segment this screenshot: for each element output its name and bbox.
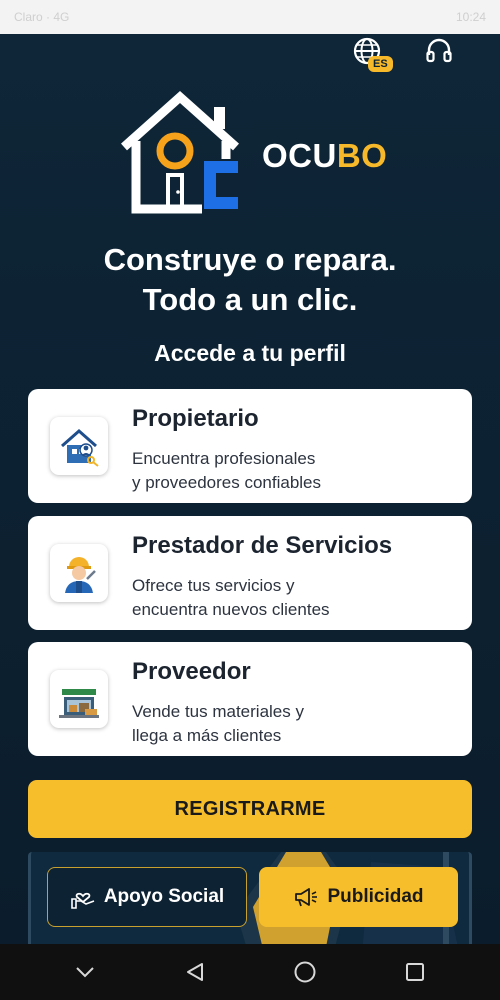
profile-card-desc: Vende tus materiales y llega a más clien… [132,700,304,748]
brand-name-part2: BO [336,137,388,174]
system-navigation-bar [0,944,500,1000]
profile-card-title: Prestador de Servicios [132,532,393,559]
profile-card-desc: Encuentra profesionales y proveedores co… [132,447,321,495]
profile-card-title: Proveedor [132,658,251,685]
language-badge: ES [368,56,393,72]
profile-card-desc-line2: llega a más clientes [132,726,282,745]
apoyo-social-button[interactable]: Apoyo Social [47,867,247,927]
publicidad-button[interactable]: Publicidad [259,867,458,927]
profile-card-desc-line1: Ofrece tus servicios y [132,576,295,595]
profile-card-desc-line2: encuentra nuevos clientes [132,600,330,619]
profile-card-desc-line1: Encuentra profesionales [132,449,316,468]
status-carrier: Claro · 4G [14,10,70,24]
profile-card-proveedor[interactable]: Proveedor Vende tus materiales y llega a… [28,642,472,756]
back-icon [187,963,203,981]
nav-back-button[interactable] [175,952,215,992]
profile-card-desc: Ofrece tus servicios y encuentra nuevos … [132,574,330,622]
support-button[interactable] [424,36,454,66]
hero-headline: Construye o repara. Todo a un clic. [0,240,500,320]
publicidad-label: Publicidad [327,886,424,907]
house-key-icon [50,417,108,475]
store-icon [50,670,108,728]
profile-card-title: Propietario [132,405,259,432]
hero-line1: Construye o repara. [103,242,397,277]
app-screen: ES OCUBO Construye o repara. Todo a un c… [0,34,500,944]
hero-line2: Todo a un clic. [142,282,358,317]
home-icon [294,961,316,983]
status-bar: Claro · 4G 10:24 [0,0,500,34]
profile-card-desc-line2: y proveedores confiables [132,473,322,492]
headset-icon [426,38,452,63]
status-time: 10:24 [455,10,486,24]
nav-collapse-button[interactable] [65,952,105,992]
apoyo-social-label: Apoyo Social [103,886,225,907]
top-toolbar: ES [0,34,500,84]
nav-recents-button[interactable] [395,952,435,992]
brand-name: OCUBO [262,137,387,175]
profile-card-prestador[interactable]: Prestador de Servicios Ofrece tus servic… [28,516,472,630]
brand-name-part1: OCU [262,137,337,174]
nav-home-button[interactable] [285,952,325,992]
worker-icon [50,544,108,602]
promo-banner: Apoyo Social Publicidad [28,852,472,944]
profile-section-title: Accede a tu perfil [154,340,346,366]
heart-hand-icon [71,892,95,909]
profile-card-desc-line1: Vende tus materiales y [132,702,304,721]
language-button[interactable]: ES [350,36,396,78]
profile-card-propietario[interactable]: Propietario Encuentra profesionales y pr… [28,389,472,503]
chevron-down-icon [76,967,94,978]
register-button[interactable]: REGISTRARME [28,780,472,838]
megaphone-icon [295,888,318,907]
recents-icon [406,963,424,981]
